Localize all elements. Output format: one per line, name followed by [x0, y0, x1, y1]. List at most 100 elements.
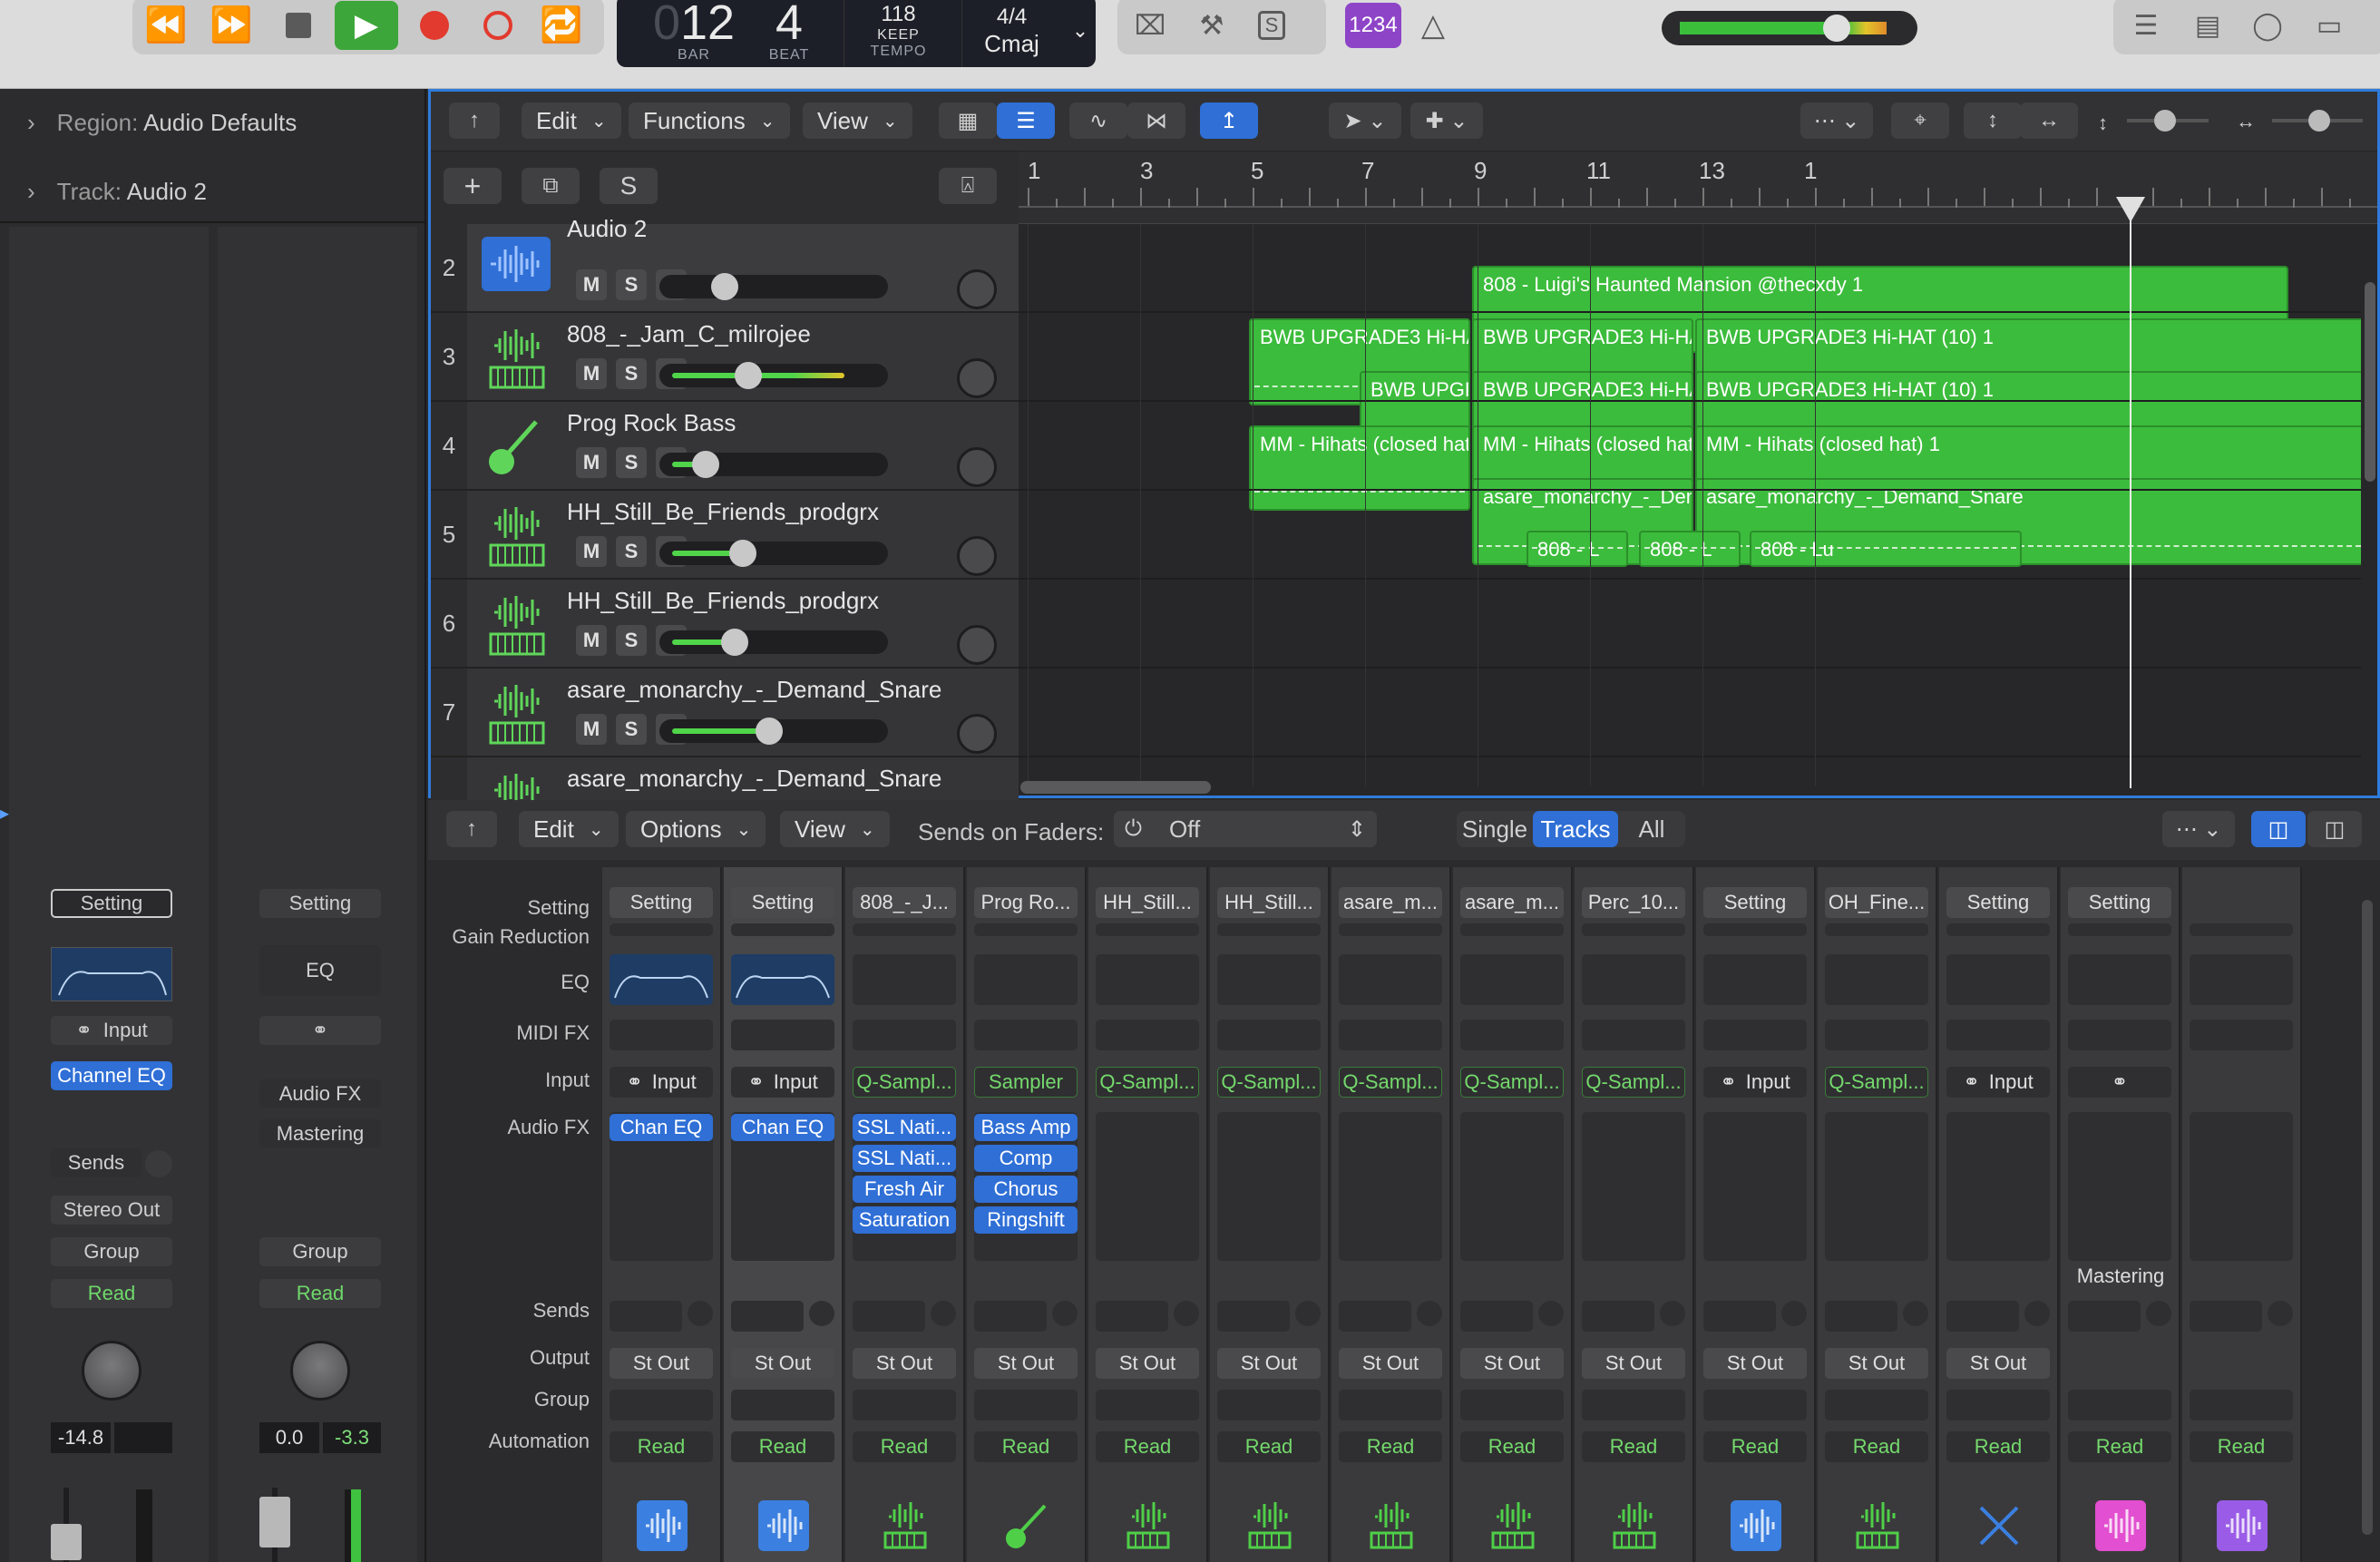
sends-knob[interactable]	[931, 1301, 956, 1326]
setting-button[interactable]: Setting	[259, 889, 381, 918]
automation-slot[interactable]: Read	[1339, 1431, 1442, 1462]
volume-thumb[interactable]	[735, 362, 762, 389]
midi-fx-slot[interactable]	[1703, 1020, 1807, 1050]
replace-button[interactable]: ⌧	[1121, 0, 1179, 51]
automation-slot[interactable]: Read	[2190, 1431, 2293, 1462]
pan-knob[interactable]	[957, 447, 997, 487]
track-mute-button[interactable]: M	[576, 358, 607, 389]
output-slot[interactable]: St Out	[1460, 1348, 1564, 1379]
volume-thumb[interactable]	[711, 273, 738, 300]
midi-fx-slot[interactable]	[1582, 1020, 1685, 1050]
track-header[interactable]: 3808_-_Jam_C_milrojeeMSR	[431, 313, 1019, 402]
bar-ruler[interactable]: 1 3 5 7 9 11 13 1	[1019, 151, 2377, 224]
wide-strip-button[interactable]: ◫	[2307, 811, 2362, 847]
channel-strip[interactable]: Setting ⚭ Input St Out Read	[1696, 867, 1816, 1562]
region[interactable]: 808 - Lu	[1750, 531, 2022, 567]
track-mute-button[interactable]: M	[576, 269, 607, 300]
midi-fx-slot[interactable]	[1217, 1020, 1321, 1050]
edit-menu[interactable]: Edit ⌄	[519, 811, 619, 847]
audio-fx-plugin[interactable]: Comp	[974, 1145, 1078, 1172]
track-solo-button[interactable]: S	[616, 358, 647, 389]
volume-thumb[interactable]	[692, 451, 719, 478]
list-view-button[interactable]: ☰	[997, 103, 1055, 139]
sends-knob[interactable]	[688, 1301, 713, 1326]
pointer-tool-menu[interactable]: ➤ ⌄	[1329, 103, 1401, 139]
track-header[interactable]: 2Audio 2MSR	[431, 215, 1019, 313]
eq-slot[interactable]	[1460, 954, 1564, 1005]
tuning-button[interactable]: ⚒	[1183, 0, 1241, 51]
track-solo-button[interactable]: S	[616, 269, 647, 300]
audio-fx-plugin[interactable]: Chan EQ	[731, 1114, 834, 1141]
automation-slot[interactable]: Read	[259, 1279, 381, 1308]
channel-strip[interactable]: 808_-_J... Q-Sampl... SSL Nati... SSL Nati.…	[845, 867, 965, 1562]
automation-slot[interactable]: Read	[610, 1431, 713, 1462]
notepad-button[interactable]: ▤	[2180, 0, 2235, 51]
inspector-track-row[interactable]: › Track: Audio 2	[27, 178, 207, 206]
sends-slot[interactable]	[2190, 1301, 2262, 1332]
sends-knob[interactable]	[1052, 1301, 1078, 1326]
eq-slot[interactable]	[2190, 954, 2293, 1005]
automation-slot[interactable]: Read	[2068, 1431, 2171, 1462]
sends-knob[interactable]	[809, 1301, 834, 1326]
automation-slot[interactable]: Read	[1096, 1431, 1199, 1462]
cycle-button[interactable]: 🔁	[532, 0, 591, 51]
lcd-dropdown-chevron-icon[interactable]: ⌄	[1067, 0, 1094, 67]
strip-setting-button[interactable]: asare_m...	[1339, 887, 1442, 918]
output-slot[interactable]: St Out	[1825, 1348, 1928, 1379]
track-mute-button[interactable]: M	[576, 536, 607, 567]
output-slot[interactable]: St Out	[1703, 1348, 1807, 1379]
input-slot[interactable]: Q-Sampl...	[1096, 1067, 1199, 1098]
sends-slot[interactable]	[1703, 1301, 1776, 1332]
eq-slot[interactable]	[1946, 954, 2050, 1005]
eq-thumbnail[interactable]	[731, 954, 834, 1005]
sends-knob[interactable]	[1417, 1301, 1442, 1326]
pan-knob[interactable]	[82, 1341, 141, 1401]
track-solo-button[interactable]: S	[616, 625, 647, 656]
input-slot[interactable]: Q-Sampl...	[1460, 1067, 1564, 1098]
group-slot[interactable]	[1460, 1390, 1564, 1420]
sends-knob[interactable]	[1538, 1301, 1564, 1326]
channel-strip[interactable]: asare_m... Q-Sampl... St Out Read	[1453, 867, 1573, 1562]
sends-slot[interactable]	[1339, 1301, 1411, 1332]
automation-slot[interactable]: Read	[1946, 1431, 2050, 1462]
track-volume-slider[interactable]	[659, 718, 888, 745]
timeline-canvas[interactable]: 808 - Luigi's Haunted Mansion @thecxdy 1…	[1019, 224, 2361, 786]
view-menu[interactable]: View ⌄	[780, 811, 890, 847]
automation-slot[interactable]: Read	[1703, 1431, 1807, 1462]
input-slot[interactable]: ⚭ Input	[610, 1067, 713, 1098]
track-volume-slider[interactable]	[659, 451, 888, 478]
automation-slot[interactable]: Read	[853, 1431, 956, 1462]
channel-strip[interactable]: asare_m... Q-Sampl... St Out Read	[1331, 867, 1451, 1562]
automation-button[interactable]: ∿	[1069, 103, 1127, 139]
duplicate-track-button[interactable]: ⧉	[522, 168, 580, 204]
output-slot[interactable]: St Out	[610, 1348, 713, 1379]
channel-strip[interactable]: Perc_10... Q-Sampl... St Out Read	[1575, 867, 1694, 1562]
volume-thumb[interactable]	[721, 629, 748, 656]
sends-slot[interactable]	[610, 1301, 682, 1332]
track-solo-button[interactable]: S	[616, 714, 647, 745]
track-solo-button[interactable]: S	[616, 536, 647, 567]
output-slot[interactable]: St Out	[731, 1348, 834, 1379]
grid-view-button[interactable]: ▦	[939, 103, 997, 139]
sends-slot[interactable]	[1825, 1301, 1897, 1332]
track-volume-slider[interactable]	[659, 273, 888, 300]
channel-strip[interactable]: OH_Fine... Q-Sampl... St Out Read	[1818, 867, 1937, 1562]
eq-slot[interactable]	[1096, 954, 1199, 1005]
midi-fx-slot[interactable]	[1096, 1020, 1199, 1050]
track-volume-slider[interactable]	[659, 540, 888, 567]
strip-setting-button[interactable]: Setting	[2068, 887, 2171, 918]
volume-fader[interactable]	[51, 1524, 82, 1560]
automation-slot[interactable]: Read	[51, 1279, 172, 1308]
track-mute-button[interactable]: M	[576, 447, 607, 478]
flex-button[interactable]: ⋈	[1127, 103, 1185, 139]
input-slot[interactable]: ⚭ Input	[51, 1016, 172, 1045]
group-slot[interactable]	[1339, 1390, 1442, 1420]
midi-fx-slot[interactable]	[1460, 1020, 1564, 1050]
group-slot[interactable]	[2190, 1390, 2293, 1420]
track-header[interactable]: 6HH_Still_Be_Friends_prodgrxMSR	[431, 580, 1019, 669]
record-button[interactable]	[405, 0, 464, 51]
mastering-slot[interactable]: Mastering	[259, 1119, 381, 1148]
midi-fx-slot[interactable]	[1825, 1020, 1928, 1050]
automation-slot[interactable]: Read	[1825, 1431, 1928, 1462]
output-slot[interactable]: Stereo Out	[51, 1196, 172, 1225]
